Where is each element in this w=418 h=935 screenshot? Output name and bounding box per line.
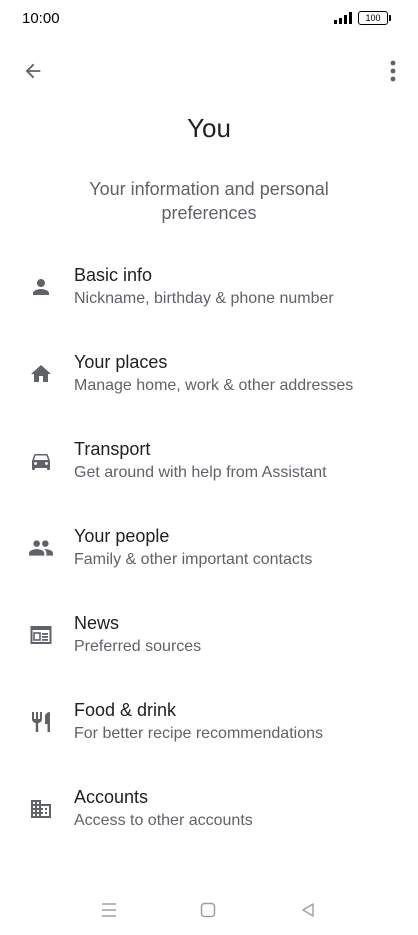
list-item-your-people[interactable]: Your people Family & other important con… — [0, 518, 418, 605]
list-item-subtitle: Get around with help from Assistant — [74, 464, 327, 481]
list-item-texts: Food & drink For better recipe recommend… — [74, 699, 323, 744]
home-icon — [26, 359, 56, 389]
back-nav-button[interactable] — [297, 899, 319, 921]
list-item-texts: Transport Get around with help from Assi… — [74, 438, 327, 483]
page-title: You — [187, 113, 231, 143]
list-item-subtitle: For better recipe recommendations — [74, 725, 323, 742]
page-subtitle: Your information and personal preference… — [89, 179, 329, 223]
home-button[interactable] — [197, 899, 219, 921]
list-item-texts: News Preferred sources — [74, 612, 201, 657]
person-icon — [26, 272, 56, 302]
list-item-subtitle: Preferred sources — [74, 638, 202, 655]
menu-icon — [102, 903, 116, 917]
list-item-subtitle: Family & other important contacts — [74, 551, 313, 568]
status-icons: 100 — [334, 11, 391, 25]
list-item-title: Your places — [74, 352, 168, 372]
back-button[interactable] — [16, 54, 50, 88]
system-nav-bar — [0, 893, 418, 927]
news-icon — [26, 620, 56, 650]
list-item-accounts[interactable]: Accounts Access to other accounts — [0, 779, 418, 866]
car-icon — [26, 446, 56, 476]
list-item-transport[interactable]: Transport Get around with help from Assi… — [0, 431, 418, 518]
list-item-subtitle: Access to other accounts — [74, 812, 253, 829]
status-time: 10:00 — [22, 10, 60, 27]
recents-button[interactable] — [98, 899, 120, 921]
status-bar: 10:00 100 — [0, 0, 418, 38]
list-item-your-places[interactable]: Your places Manage home, work & other ad… — [0, 344, 418, 431]
list-item-basic-info[interactable]: Basic info Nickname, birthday & phone nu… — [0, 257, 418, 344]
list-item-texts: Your places Manage home, work & other ad… — [74, 351, 353, 396]
people-icon — [26, 533, 56, 563]
home-square-icon — [200, 902, 216, 918]
list-item-title: Food & drink — [74, 700, 177, 720]
more-vert-icon — [390, 60, 396, 82]
settings-list: Basic info Nickname, birthday & phone nu… — [0, 257, 418, 866]
list-item-texts: Your people Family & other important con… — [74, 525, 312, 570]
restaurant-icon — [26, 707, 56, 737]
list-item-texts: Basic info Nickname, birthday & phone nu… — [74, 264, 334, 309]
business-icon — [26, 794, 56, 824]
more-options-button[interactable] — [378, 54, 408, 88]
signal-icon — [334, 12, 352, 24]
list-item-title: Your people — [74, 526, 170, 546]
list-item-food-drink[interactable]: Food & drink For better recipe recommend… — [0, 692, 418, 779]
list-item-title: Accounts — [74, 787, 149, 807]
list-item-subtitle: Nickname, birthday & phone number — [74, 290, 334, 307]
battery-icon: 100 — [358, 11, 391, 25]
list-item-news[interactable]: News Preferred sources — [0, 605, 418, 692]
top-app-bar — [0, 50, 418, 90]
back-triangle-icon — [302, 903, 314, 917]
arrow-back-icon — [25, 63, 41, 79]
list-item-subtitle: Manage home, work & other addresses — [74, 377, 354, 394]
list-item-title: Transport — [74, 439, 151, 459]
list-item-texts: Accounts Access to other accounts — [74, 786, 253, 831]
battery-level: 100 — [365, 13, 381, 23]
list-item-title: News — [74, 613, 120, 633]
list-item-title: Basic info — [74, 265, 153, 285]
